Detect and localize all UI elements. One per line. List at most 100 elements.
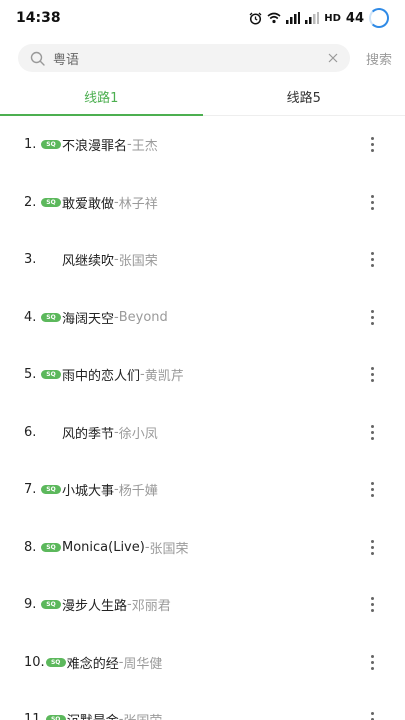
song-info: 2. SQ 敢爱敢做 - 林子祥 (24, 193, 365, 212)
song-artist: 黄凯芹 (144, 369, 184, 385)
search-box[interactable] (18, 44, 350, 72)
more-icon[interactable] (365, 422, 379, 442)
search-button[interactable]: 搜索 (366, 49, 392, 68)
more-dot (370, 258, 374, 262)
song-index: 5. (24, 367, 37, 383)
sq-badge: SQ (41, 197, 61, 207)
more-icon[interactable] (365, 135, 379, 155)
song-artist: 林子祥 (118, 196, 158, 212)
more-dot (370, 666, 374, 670)
more-icon[interactable] (365, 480, 379, 500)
more-icon[interactable] (365, 652, 379, 672)
more-dot (370, 206, 374, 210)
more-dot (370, 539, 374, 543)
song-row[interactable]: 8. SQ Monica(Live) - 张国荣 (0, 519, 405, 577)
song-row[interactable]: 5. SQ 雨中的恋人们 - 黄凯芹 (0, 346, 405, 404)
signal-icon (305, 12, 320, 24)
song-info: 6. 风的季节 - 徐小凤 (24, 423, 365, 442)
song-artist: 王杰 (131, 139, 158, 155)
song-info: 7. SQ 小城大事 - 杨千嬅 (24, 480, 365, 499)
song-index: 7. (24, 482, 37, 498)
song-row[interactable]: 11.SQ沉默是金-张国荣 (0, 691, 405, 720)
more-icon[interactable] (365, 537, 379, 557)
song-artist: Beyond (118, 309, 168, 325)
more-dot (370, 545, 374, 549)
search-icon (30, 51, 45, 66)
song-title: 风的季节 (62, 426, 115, 442)
song-title: 雨中的恋人们 (62, 369, 141, 385)
more-dot (370, 367, 374, 371)
song-artist: 张国荣 (123, 710, 162, 720)
song-index: 10. (24, 654, 45, 670)
song-title: 难念的经 (66, 656, 119, 672)
status-icons: HD 44 (249, 8, 389, 28)
song-index: 1. (24, 137, 37, 153)
battery-icon (369, 8, 389, 28)
sq-badge: SQ (41, 485, 61, 495)
sq-badge: SQ (41, 542, 61, 552)
sq-badge: SQ (41, 600, 61, 610)
song-title: 风继续吹 (62, 254, 115, 270)
song-row[interactable]: 10. SQ 难念的经 - 周华健 (0, 634, 405, 692)
more-icon[interactable] (365, 307, 379, 327)
song-artist: 张国荣 (149, 541, 189, 557)
status-time: 14:38 (16, 10, 61, 26)
more-dot (370, 424, 374, 428)
more-dot (370, 494, 374, 498)
more-icon[interactable] (365, 595, 379, 615)
route-tabs: 线路1 线路5 (0, 78, 405, 116)
song-artist: 邓丽君 (131, 599, 171, 615)
more-dot (370, 603, 374, 607)
song-list: 1. SQ 不浪漫罪名 - 王杰 2. SQ 敢爱敢做 - 林子祥 3. 风继续吹 - 张国荣 4. SQ 海阔… (0, 116, 405, 720)
network-type: HD (324, 12, 341, 24)
more-icon[interactable] (365, 710, 379, 720)
song-info: 3. 风继续吹 - 张国荣 (24, 250, 365, 269)
song-row[interactable]: 3. 风继续吹 - 张国荣 (0, 231, 405, 289)
more-dot (370, 137, 374, 141)
song-index: 11. (24, 712, 45, 720)
song-row[interactable]: 4. SQ 海阔天空 - Beyond (0, 289, 405, 347)
song-title: 海阔天空 (62, 311, 115, 327)
song-row[interactable]: 7. SQ 小城大事 - 杨千嬅 (0, 461, 405, 519)
song-artist: 徐小凤 (118, 426, 158, 442)
sq-spacer (41, 428, 61, 437)
clear-icon[interactable] (326, 51, 340, 65)
more-dot (370, 315, 374, 319)
tab-route-5[interactable]: 线路5 (203, 78, 405, 115)
search-bar: 搜索 (18, 44, 405, 72)
more-dot (370, 609, 374, 613)
more-dot (370, 252, 374, 256)
more-dot (370, 379, 374, 383)
song-title: 不浪漫罪名 (62, 139, 128, 155)
song-index: 2. (24, 194, 37, 210)
tab-route-1[interactable]: 线路1 (0, 78, 203, 116)
search-input[interactable] (53, 50, 326, 66)
song-row[interactable]: 6. 风的季节 - 徐小凤 (0, 404, 405, 462)
more-dot (370, 712, 374, 716)
more-dot (370, 654, 374, 658)
song-info: 1. SQ 不浪漫罪名 - 王杰 (24, 135, 365, 154)
more-icon[interactable] (365, 365, 379, 385)
song-index: 3. (24, 252, 37, 268)
sq-badge: SQ (45, 715, 66, 720)
song-row[interactable]: 2. SQ 敢爱敢做 - 林子祥 (0, 174, 405, 232)
song-row[interactable]: 9. SQ 漫步人生路 - 邓丽君 (0, 576, 405, 634)
sq-badge: SQ (45, 657, 66, 667)
song-row[interactable]: 1. SQ 不浪漫罪名 - 王杰 (0, 116, 405, 174)
more-dot (370, 488, 374, 492)
more-icon[interactable] (365, 250, 379, 270)
more-dot (370, 309, 374, 313)
status-bar: 14:38 HD 44 (0, 0, 405, 36)
sq-badge: SQ (41, 140, 61, 150)
more-icon[interactable] (365, 192, 379, 212)
song-artist: 杨千嬅 (118, 484, 158, 500)
song-info: 4. SQ 海阔天空 - Beyond (24, 308, 365, 327)
more-dot (370, 436, 374, 440)
signal-icon (286, 12, 301, 24)
sq-badge: SQ (41, 312, 61, 322)
song-title: Monica(Live) (62, 539, 145, 555)
sq-spacer (41, 255, 61, 264)
more-dot (370, 430, 374, 434)
more-dot (370, 143, 374, 147)
song-title: 小城大事 (62, 484, 115, 500)
